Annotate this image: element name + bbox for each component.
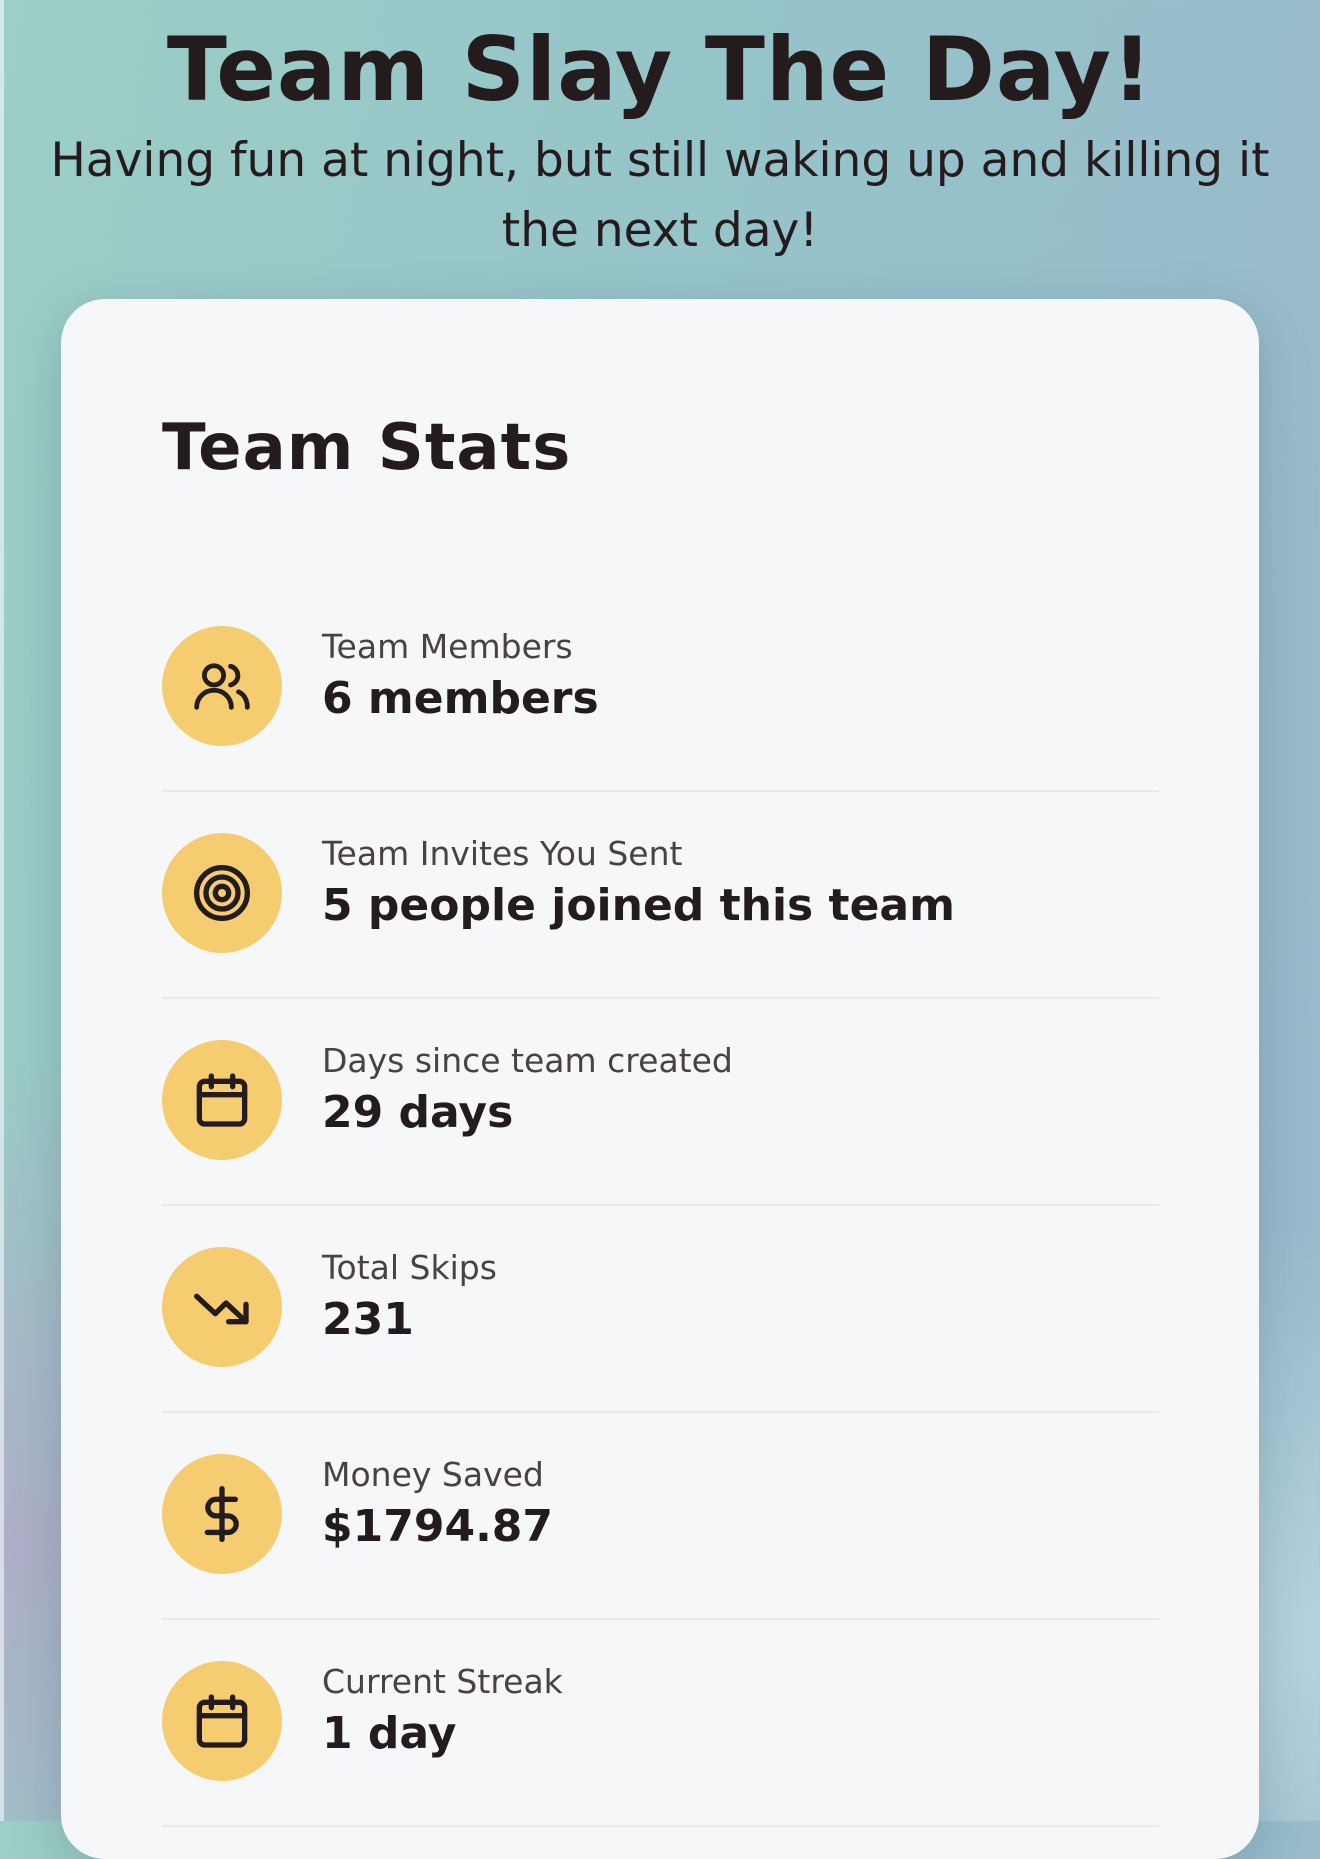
stat-value: 5 people joined this team	[322, 880, 955, 931]
stat-row-team-members: Team Members 6 members	[162, 583, 1159, 792]
page-header: Team Slay The Day! Having fun at night, …	[0, 18, 1320, 266]
stat-row-team-invites: Team Invites You Sent 5 people joined th…	[162, 790, 1159, 999]
stat-label: Current Streak	[322, 1662, 563, 1701]
team-description: Having fun at night, but still waking up…	[50, 133, 1270, 258]
stat-row-total-skips: Total Skips 231	[162, 1204, 1159, 1413]
team-stats-card: Team Stats Team Members 6 members Team I…	[61, 299, 1259, 1859]
stat-label: Team Members	[322, 627, 573, 666]
stat-value: 231	[322, 1294, 414, 1345]
stat-label: Total Skips	[322, 1248, 497, 1287]
calendar-icon	[162, 1040, 282, 1160]
dollar-icon	[162, 1454, 282, 1574]
stat-label: Money Saved	[322, 1455, 544, 1494]
trending-down-icon	[162, 1247, 282, 1367]
team-stats-title: Team Stats	[162, 411, 572, 485]
stat-label: Days since team created	[322, 1041, 733, 1080]
stat-value: 1 day	[322, 1708, 457, 1759]
stat-row-money-saved: Money Saved $1794.87	[162, 1411, 1159, 1620]
calendar-icon	[162, 1661, 282, 1781]
stat-value: 6 members	[322, 673, 599, 724]
stat-row-current-streak: Current Streak 1 day	[162, 1618, 1159, 1827]
target-icon	[162, 833, 282, 953]
stat-row-days-since-created: Days since team created 29 days	[162, 997, 1159, 1206]
users-icon	[162, 626, 282, 746]
stat-value: $1794.87	[322, 1501, 554, 1552]
stat-label: Team Invites You Sent	[322, 834, 683, 873]
team-title: Team Slay The Day!	[166, 18, 1154, 121]
stat-value: 29 days	[322, 1087, 514, 1138]
window-edge	[0, 0, 4, 1821]
